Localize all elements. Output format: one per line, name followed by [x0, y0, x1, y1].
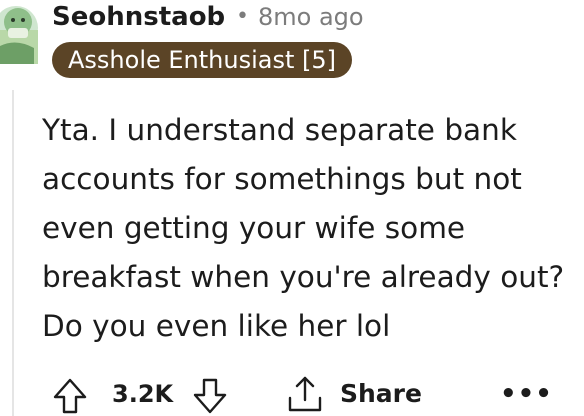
vote-count: 3.2K — [112, 372, 173, 416]
arrow-up-icon — [53, 378, 87, 414]
comment-actions: 3.2K Share ••• — [52, 372, 584, 416]
thread-line[interactable] — [12, 90, 14, 416]
arrow-down-icon — [193, 378, 227, 414]
comment-body-line: breakfast when you're already out? — [42, 260, 565, 294]
downvote-button[interactable] — [192, 372, 228, 416]
comment-body-line: accounts for somethings but not — [42, 162, 522, 196]
comment-body-line: Do you even like her lol — [42, 309, 391, 343]
avatar-icon — [0, 6, 38, 64]
share-label: Share — [340, 379, 422, 408]
comment-age[interactable]: 8mo ago — [258, 0, 364, 34]
comment-author[interactable]: Seohnstaob — [52, 0, 225, 34]
meta-separator: • — [236, 4, 249, 29]
comment-body-line: Yta. I understand separate bank — [42, 113, 517, 147]
upvote-button[interactable] — [52, 372, 88, 416]
comment-body-line: even getting your wife some — [42, 211, 466, 245]
user-avatar[interactable] — [0, 0, 38, 64]
vote-count-label: 3.2K — [112, 380, 174, 408]
more-options-button[interactable]: ••• — [500, 372, 553, 416]
share-button[interactable]: Share — [286, 372, 422, 416]
comment-body: Yta. I understand separate bank accounts… — [42, 106, 584, 351]
share-icon — [288, 376, 322, 412]
user-flair: Asshole Enthusiast [5] — [52, 42, 353, 78]
more-options-icon: ••• — [500, 379, 553, 409]
